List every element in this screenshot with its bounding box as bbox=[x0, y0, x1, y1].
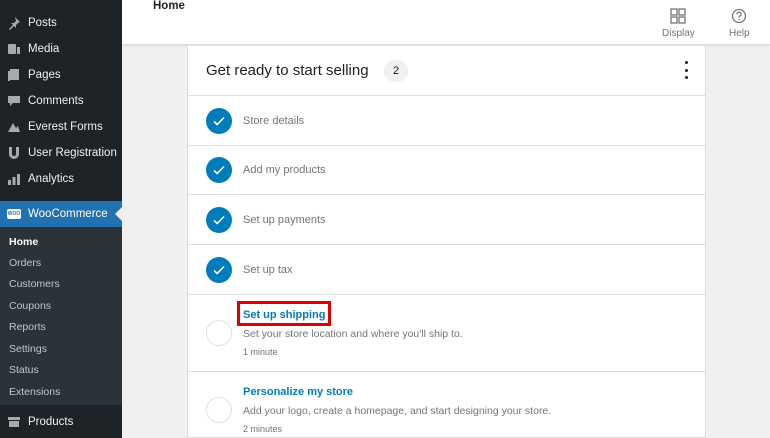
check-icon bbox=[206, 207, 232, 233]
help-icon bbox=[732, 8, 747, 24]
submenu-item-settings[interactable]: Settings bbox=[9, 339, 47, 360]
user-registration-icon bbox=[7, 146, 21, 160]
woocommerce-submenu: Home Orders Customers Coupons Reports Se… bbox=[0, 227, 122, 405]
page-header: Home Display Help bbox=[122, 0, 770, 45]
task-set-up-shipping[interactable]: Set up shipping Set your store location … bbox=[188, 295, 705, 372]
comments-icon bbox=[7, 94, 21, 108]
sidebar-item-pages[interactable]: Pages bbox=[0, 62, 122, 88]
task-label: Set up payments bbox=[243, 214, 326, 226]
task-description: Add your logo, create a homepage, and st… bbox=[243, 405, 552, 417]
task-title[interactable]: Set up shipping bbox=[243, 309, 326, 321]
sidebar-item-everest-forms[interactable]: Everest Forms bbox=[0, 114, 122, 140]
incomplete-circle-icon bbox=[206, 320, 232, 346]
submenu-item-coupons[interactable]: Coupons bbox=[9, 296, 51, 317]
pages-icon bbox=[7, 68, 21, 82]
sidebar-item-media[interactable]: Media bbox=[0, 36, 122, 62]
pin-icon bbox=[7, 16, 21, 30]
remaining-count-badge: 2 bbox=[384, 60, 408, 82]
card-header: Get ready to start selling 2 bbox=[188, 46, 705, 96]
sidebar-item-comments[interactable]: Comments bbox=[0, 88, 122, 114]
analytics-icon bbox=[7, 172, 21, 186]
current-menu-arrow bbox=[115, 207, 122, 221]
task-add-products[interactable]: Add my products bbox=[188, 146, 705, 195]
display-button[interactable]: Display bbox=[662, 8, 695, 39]
sidebar-item-posts[interactable]: Posts bbox=[0, 10, 122, 36]
admin-sidebar: Posts Media Pages Comments Everest Forms… bbox=[0, 0, 122, 438]
sidebar-item-label: Comments bbox=[28, 95, 84, 107]
products-icon bbox=[7, 415, 21, 429]
task-set-up-tax[interactable]: Set up tax bbox=[188, 245, 705, 295]
submenu-item-reports[interactable]: Reports bbox=[9, 317, 46, 338]
submenu-item-extensions[interactable]: Extensions bbox=[9, 382, 60, 403]
submenu-item-home[interactable]: Home bbox=[9, 232, 38, 253]
check-icon bbox=[206, 108, 232, 134]
sidebar-item-label: Everest Forms bbox=[28, 121, 103, 133]
task-label: Add my products bbox=[243, 164, 326, 176]
task-store-details[interactable]: Store details bbox=[188, 96, 705, 146]
task-label: Store details bbox=[243, 115, 305, 127]
task-label: Set up tax bbox=[243, 264, 293, 276]
card-title: Get ready to start selling bbox=[206, 62, 369, 79]
woocommerce-icon: WOO bbox=[7, 209, 21, 219]
submenu-item-orders[interactable]: Orders bbox=[9, 253, 41, 274]
check-icon bbox=[206, 257, 232, 283]
display-label: Display bbox=[662, 28, 695, 39]
everest-forms-icon bbox=[7, 120, 21, 134]
submenu-item-status[interactable]: Status bbox=[9, 360, 39, 381]
task-time-estimate: 2 minutes bbox=[243, 424, 283, 434]
sidebar-item-label: Posts bbox=[28, 17, 57, 29]
sidebar-item-analytics[interactable]: Analytics bbox=[0, 166, 122, 192]
sidebar-item-label: Analytics bbox=[28, 173, 75, 185]
sidebar-item-woocommerce[interactable]: WOO WooCommerce bbox=[0, 201, 122, 227]
task-time-estimate: 1 minute bbox=[243, 347, 278, 357]
help-button[interactable]: Help bbox=[729, 8, 750, 39]
sidebar-item-products[interactable]: Products bbox=[0, 409, 122, 435]
help-label: Help bbox=[729, 28, 750, 39]
sidebar-item-label: User Registration bbox=[28, 147, 117, 159]
sidebar-item-user-registration[interactable]: User Registration bbox=[0, 140, 122, 166]
submenu-item-customers[interactable]: Customers bbox=[9, 274, 60, 295]
page-title: Home bbox=[153, 0, 185, 12]
task-personalize-store[interactable]: Personalize my store Add your logo, crea… bbox=[188, 372, 705, 438]
sidebar-item-label: Media bbox=[28, 43, 60, 55]
more-options-icon[interactable] bbox=[683, 61, 689, 79]
media-icon bbox=[7, 42, 21, 56]
incomplete-circle-icon bbox=[206, 397, 232, 423]
sidebar-item-label: Pages bbox=[28, 69, 61, 81]
check-icon bbox=[206, 157, 232, 183]
sidebar-item-label: WooCommerce bbox=[28, 208, 108, 220]
task-list-card: Get ready to start selling 2 Store detai… bbox=[187, 46, 706, 438]
display-icon bbox=[670, 8, 687, 24]
task-title[interactable]: Personalize my store bbox=[243, 386, 353, 398]
task-description: Set your store location and where you'll… bbox=[243, 328, 463, 340]
sidebar-item-label: Products bbox=[28, 416, 74, 428]
task-set-up-payments[interactable]: Set up payments bbox=[188, 195, 705, 245]
